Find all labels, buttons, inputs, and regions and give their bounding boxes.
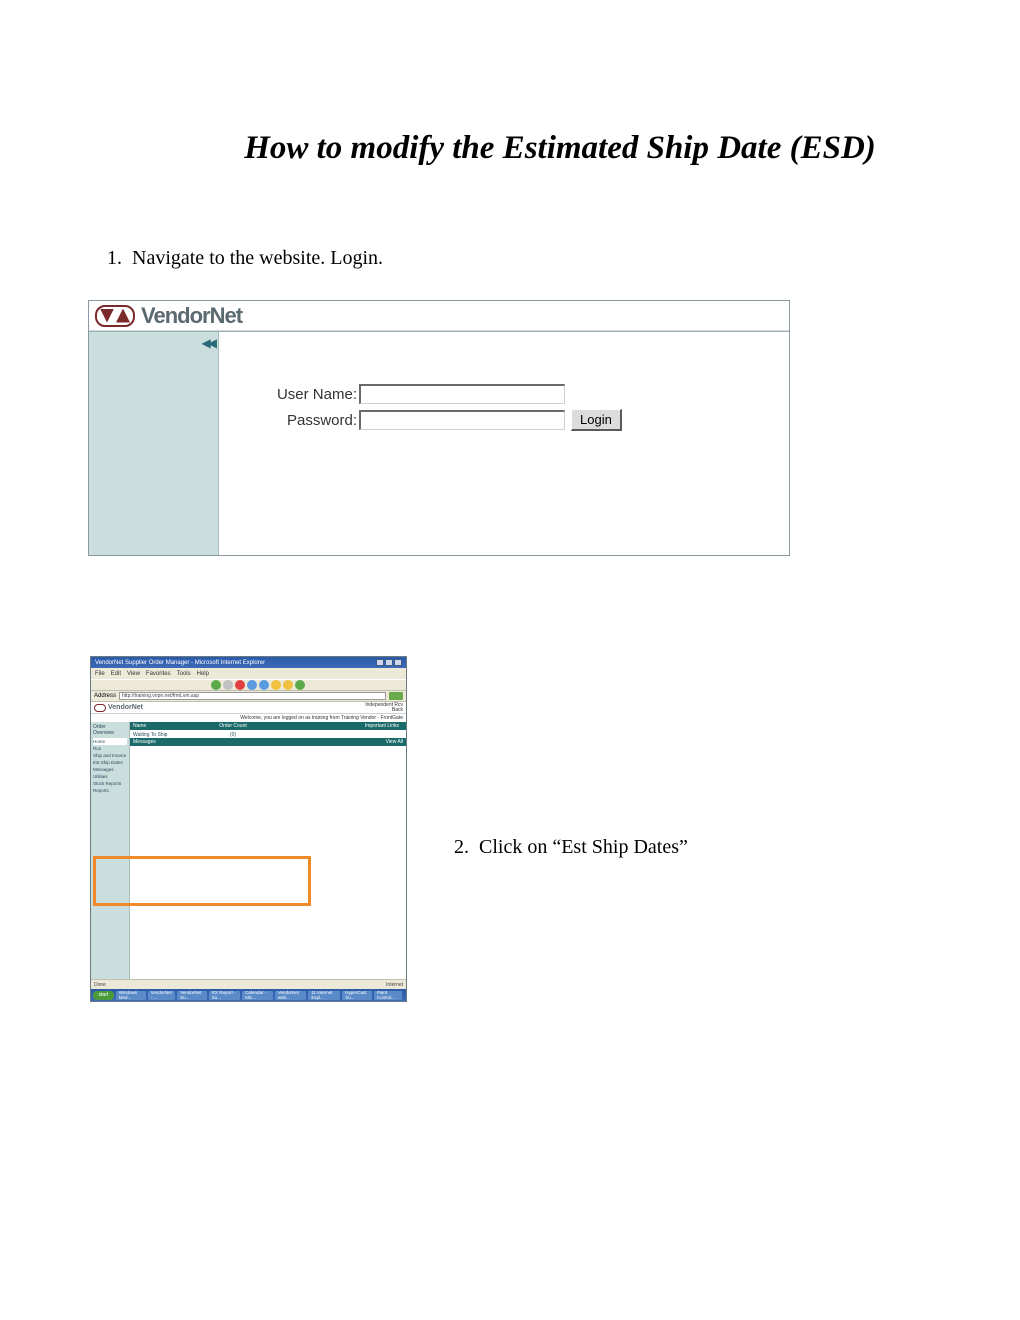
start-button[interactable]: start <box>93 991 114 1000</box>
media-icon[interactable] <box>295 680 305 690</box>
home-icon[interactable] <box>259 680 269 690</box>
address-input[interactable]: http://training.vnpn.net/frmLvm.asp <box>119 692 386 700</box>
messages-bar: Messages View All <box>130 738 406 746</box>
header-right: Independent Rcv Back <box>365 703 403 713</box>
username-input[interactable] <box>359 384 565 404</box>
header-right-bottom[interactable]: Back <box>365 708 403 713</box>
nav-sidebar: Order Overview Home Run Ship and Invoice… <box>91 722 130 979</box>
window-title: VendorNet Supplier Order Manager - Micro… <box>95 660 265 666</box>
col-name: Name <box>133 723 203 729</box>
window-minimize-icon[interactable] <box>376 659 384 666</box>
windows-taskbar: start Windows Med... VendorNet - ... Ven… <box>91 989 406 1001</box>
sidebar-item-reports[interactable]: Reports <box>93 787 127 794</box>
taskbar-item[interactable]: VendorNet - ... <box>148 991 176 1000</box>
vendornet-logo-icon <box>95 305 135 327</box>
taskbar-item[interactable]: Windows Med... <box>116 991 146 1000</box>
sidebar-item-utilities[interactable]: Utilities <box>93 773 127 780</box>
taskbar-item[interactable]: VendorNet Su... <box>177 991 207 1000</box>
taskbar-item[interactable]: VendorNet web... <box>275 991 307 1000</box>
vendornet-logo-text: VendorNet <box>141 303 242 329</box>
table-row[interactable]: Waiting To Ship (0) <box>130 731 406 738</box>
main-content: Name Order Count Important Links Waiting… <box>130 722 406 979</box>
sidebar-title: Order Overview <box>93 724 127 736</box>
forward-icon[interactable] <box>223 680 233 690</box>
vendornet-logo-small-icon <box>94 704 106 712</box>
menu-favorites[interactable]: Favorites <box>146 671 171 677</box>
taskbar-item[interactable]: RX Report - Su... <box>209 991 240 1000</box>
browser-toolbar <box>91 679 406 691</box>
taskbar-item[interactable]: Paint Control... <box>374 991 402 1000</box>
window-maximize-icon[interactable] <box>385 659 393 666</box>
row-name: Waiting To Ship <box>133 732 203 738</box>
important-links-badge[interactable]: Important Links <box>361 723 403 730</box>
menu-edit[interactable]: Edit <box>111 671 121 677</box>
taskbar-item[interactable]: 11 Internet Expl... <box>308 991 340 1000</box>
row-count: (0) <box>203 732 263 738</box>
messages-view-all[interactable]: View All <box>386 739 403 745</box>
col-order-count: Order Count <box>203 723 263 729</box>
sidebar-item-est-ship-dates[interactable]: Est Ship Dates <box>93 759 127 766</box>
step-1-text: Navigate to the website. Login. <box>132 247 383 270</box>
address-bar-row: Address http://training.vnpn.net/frmLvm.… <box>91 691 406 702</box>
welcome-text: Welcome, you are logged on as training f… <box>91 714 406 722</box>
menu-file[interactable]: File <box>95 671 105 677</box>
browser-statusbar: Done Internet <box>91 979 406 989</box>
sidebar-item-stock-reports[interactable]: Stock Reports <box>93 780 127 787</box>
vendornet-logo-small-text: VendorNet <box>108 704 143 711</box>
collapse-sidebar-icon[interactable]: ◀◀ <box>202 336 214 350</box>
vendornet-logo: VendorNet <box>89 303 242 329</box>
taskbar-item[interactable]: Calendar - Mic... <box>242 991 273 1000</box>
window-titlebar: VendorNet Supplier Order Manager - Micro… <box>91 657 406 668</box>
favorites-icon[interactable] <box>283 680 293 690</box>
step-1-number: 1. <box>90 247 132 270</box>
sidebar-item-home[interactable]: Home <box>93 738 127 745</box>
menu-help[interactable]: Help <box>197 671 209 677</box>
login-sidebar: ◀◀ <box>89 332 219 555</box>
back-icon[interactable] <box>211 680 221 690</box>
password-label: Password: <box>271 412 357 429</box>
step-2: 2. Click on “Est Ship Dates” <box>437 836 930 859</box>
browser-menubar: File Edit View Favorites Tools Help <box>91 668 406 679</box>
username-label: User Name: <box>271 386 357 403</box>
menu-view[interactable]: View <box>127 671 140 677</box>
messages-label: Messages <box>133 739 156 745</box>
sidebar-item-ship-invoice[interactable]: Ship and Invoice <box>93 752 127 759</box>
window-close-icon[interactable] <box>394 659 402 666</box>
step-2-number: 2. <box>437 836 479 859</box>
search-icon[interactable] <box>271 680 281 690</box>
address-label: Address <box>94 693 116 699</box>
table-header: Name Order Count Important Links <box>130 722 406 730</box>
login-form: User Name: Password: Login <box>219 332 789 555</box>
menu-tools[interactable]: Tools <box>177 671 191 677</box>
status-zone: Internet <box>386 982 403 988</box>
step-1: 1. Navigate to the website. Login. <box>90 247 930 270</box>
dashboard-screenshot: VendorNet Supplier Order Manager - Micro… <box>90 656 407 1002</box>
go-button[interactable] <box>389 692 403 700</box>
stop-icon[interactable] <box>235 680 245 690</box>
step-2-text: Click on “Est Ship Dates” <box>479 836 688 859</box>
password-input[interactable] <box>359 410 565 430</box>
doc-title: How to modify the Estimated Ship Date (E… <box>90 130 930 167</box>
login-screenshot: VendorNet ◀◀ User Name: Password: Logi <box>88 300 790 556</box>
login-button[interactable]: Login <box>571 409 622 431</box>
sidebar-item-run[interactable]: Run <box>93 745 127 752</box>
refresh-icon[interactable] <box>247 680 257 690</box>
status-done: Done <box>94 982 106 988</box>
sidebar-item-messages[interactable]: Messages <box>93 766 127 773</box>
taskbar-item[interactable]: HyperCast Su... <box>342 991 372 1000</box>
vendornet-logo-small: VendorNet <box>94 704 143 712</box>
